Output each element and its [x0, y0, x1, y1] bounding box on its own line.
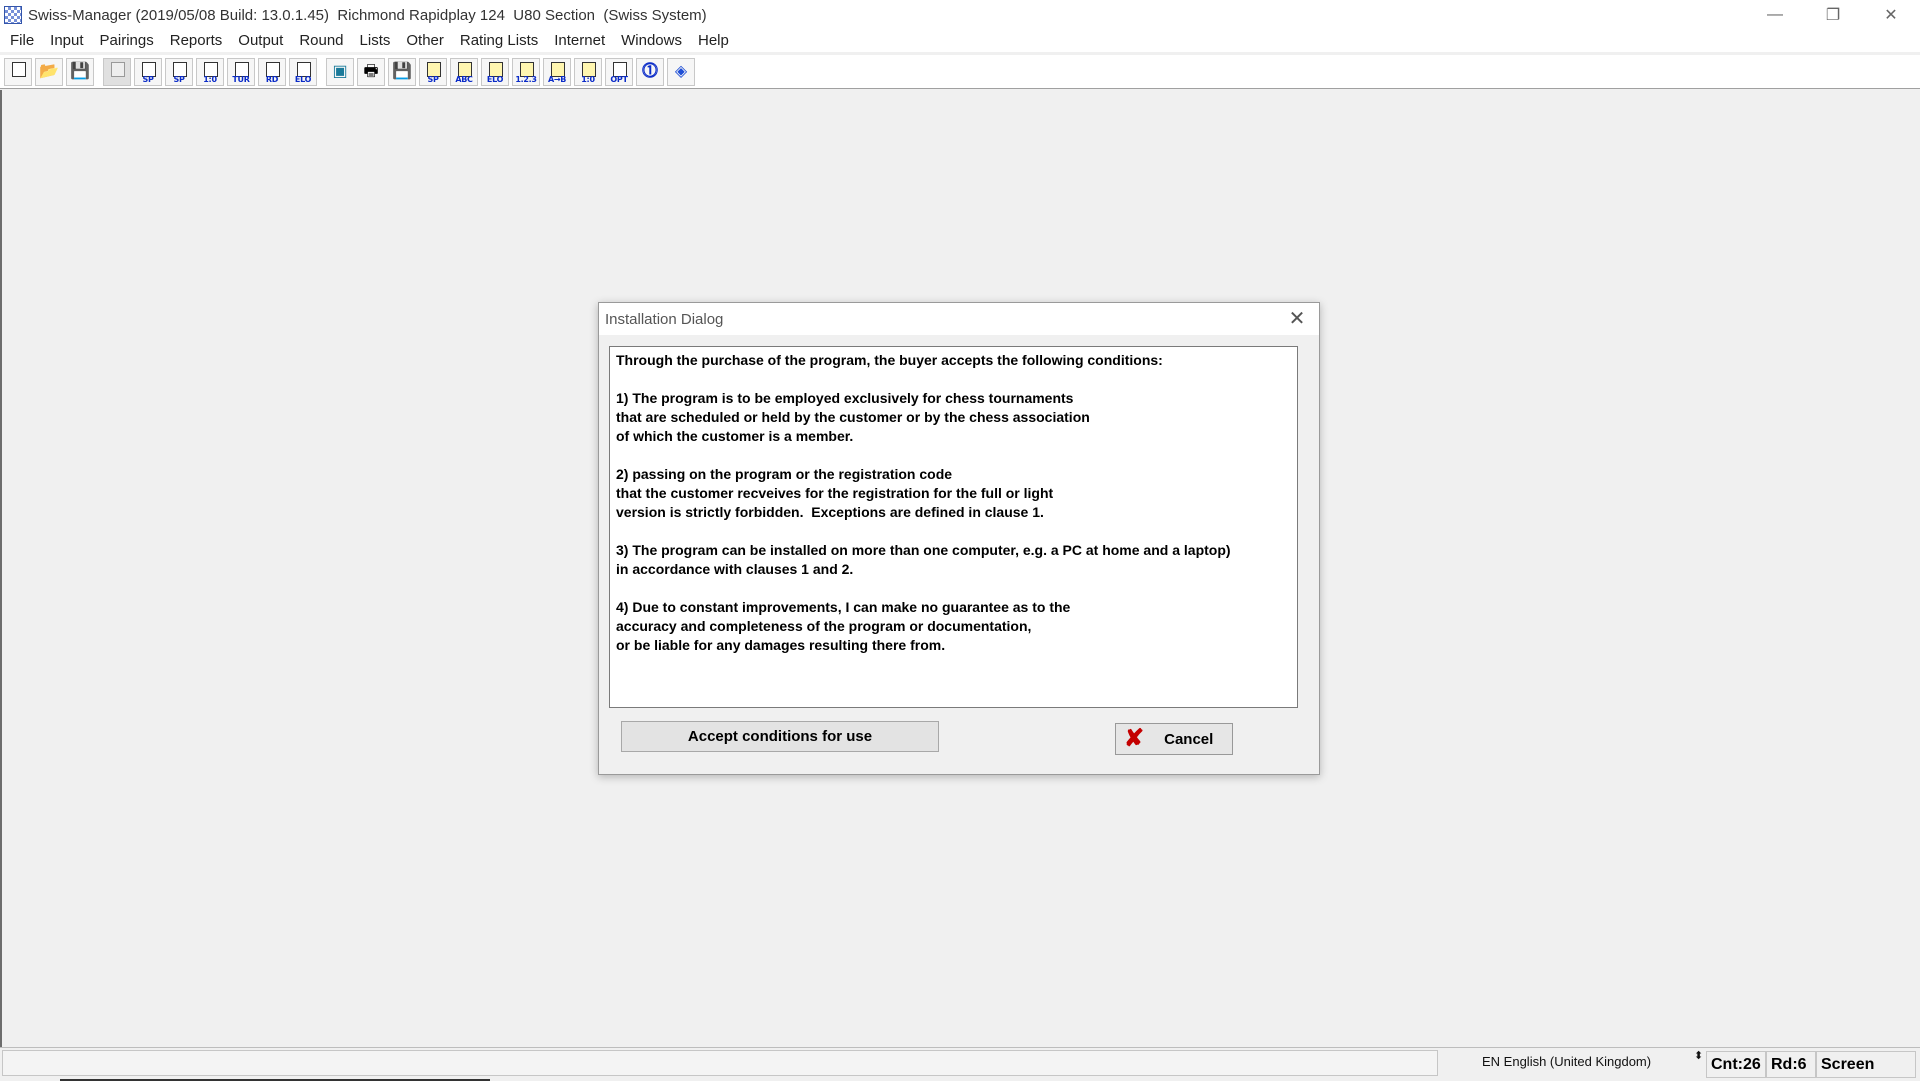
disabled-grid-button[interactable] — [103, 57, 131, 86]
menu-internet[interactable]: Internet — [546, 30, 613, 52]
elo-label: ELO — [294, 74, 312, 84]
cancel-label: Cancel — [1164, 730, 1214, 748]
menu-rating-lists[interactable]: Rating Lists — [452, 30, 546, 52]
elo-button[interactable]: ELO — [289, 57, 317, 86]
sort-alpha-button[interactable]: ABC — [450, 57, 478, 86]
menu-pairings[interactable]: Pairings — [92, 30, 162, 52]
terms-line: in accordance with clauses 1 and 2. — [616, 561, 854, 577]
menu-reports[interactable]: Reports — [162, 30, 231, 52]
internet-upload-button[interactable]: ⓵ — [636, 57, 664, 86]
terms-line: Through the purchase of the program, the… — [616, 352, 1163, 368]
round-label: RD — [265, 74, 279, 84]
internet-upload-icon: ⓵ — [641, 62, 658, 80]
installation-dialog: Installation Dialog ✕ Through the purcha… — [598, 302, 1320, 775]
starting-list-button[interactable]: SP — [134, 57, 162, 86]
sort-a-b-label: A→B — [547, 74, 567, 84]
chess-results-icon: ◈ — [674, 62, 688, 80]
close-window-button[interactable]: ✕ — [1862, 0, 1920, 30]
terms-line: 1) The program is to be employed exclusi… — [616, 390, 1074, 406]
disabled-grid-icon — [111, 61, 125, 77]
starting-rank-label: SP — [173, 74, 185, 84]
window-controls: — ❐ ✕ — [1746, 0, 1920, 30]
menu-other[interactable]: Other — [398, 30, 452, 52]
terms-line: accuracy and completeness of the program… — [616, 618, 1032, 634]
screen-preview-button[interactable]: ▣ — [326, 57, 354, 86]
status-bar: EN English (United Kingdom) ⬍ Cnt:26 Rd:… — [0, 1047, 1920, 1081]
starting-list-label: SP — [142, 74, 154, 84]
new-document-icon — [12, 61, 26, 77]
starting-rank-button[interactable]: SP — [165, 57, 193, 86]
new-document-button[interactable] — [4, 57, 32, 86]
minimize-button[interactable]: — — [1746, 0, 1804, 30]
cancel-button[interactable]: ✘ Cancel — [1115, 723, 1233, 755]
menu-input[interactable]: Input — [42, 30, 91, 52]
menu-round[interactable]: Round — [291, 30, 351, 52]
sort-number-button[interactable]: 1.2.3 — [512, 57, 540, 86]
accept-conditions-button[interactable]: Accept conditions for use — [621, 721, 939, 752]
terms-blank-line — [616, 579, 1291, 598]
tournament-label: TUR — [232, 74, 250, 84]
status-message-panel — [2, 1050, 1438, 1076]
result-doc-label: 1:0 — [581, 74, 595, 84]
round-indicator: Rd:6 — [1766, 1051, 1816, 1078]
menu-file[interactable]: File — [2, 30, 42, 52]
terms-line: or be liable for any damages resulting t… — [616, 637, 946, 653]
save-disk-icon: 💾 — [70, 62, 90, 80]
terms-line: 3) The program can be installed on more … — [616, 542, 1231, 558]
player-count: Cnt:26 — [1706, 1051, 1766, 1078]
title-bar: Swiss-Manager (2019/05/08 Build: 13.0.1.… — [0, 0, 1920, 30]
sort-elo-label: ELO — [486, 74, 504, 84]
terms-text-box[interactable]: Through the purchase of the program, the… — [609, 346, 1298, 708]
sort-number-label: 1.2.3 — [515, 74, 537, 84]
starting-list-doc-label: SP — [427, 74, 439, 84]
window-title: Swiss-Manager (2019/05/08 Build: 13.0.1.… — [28, 6, 707, 24]
output-mode: Screen — [1816, 1051, 1916, 1078]
tournament-button[interactable]: TUR — [227, 57, 255, 86]
save-button[interactable]: 💾 — [66, 57, 94, 86]
chess-results-button[interactable]: ◈ — [667, 57, 695, 86]
open-folder-icon: 📂 — [39, 62, 59, 80]
starting-list-doc-button[interactable]: SP — [419, 57, 447, 86]
terms-line: 4) Due to constant improvements, I can m… — [616, 599, 1071, 615]
results-label: 1:0 — [203, 74, 217, 84]
menu-windows[interactable]: Windows — [613, 30, 690, 52]
terms-blank-line — [616, 446, 1291, 465]
toolbar: 📂 💾 SP SP 1:0 TUR RD ELO ▣ 🖶 💾 SP ABC EL… — [0, 55, 1920, 89]
results-button[interactable]: 1:0 — [196, 57, 224, 86]
menu-lists[interactable]: Lists — [352, 30, 399, 52]
print-icon: 🖶 — [363, 62, 379, 80]
dialog-title-bar: Installation Dialog ✕ — [599, 303, 1319, 335]
result-doc-button[interactable]: 1:0 — [574, 57, 602, 86]
print-button[interactable]: 🖶 — [357, 57, 385, 86]
sort-alpha-label: ABC — [455, 74, 473, 84]
terms-line: that are scheduled or held by the custom… — [616, 409, 1090, 425]
terms-line: version is strictly forbidden. Exception… — [616, 504, 1044, 520]
terms-line: of which the customer is a member. — [616, 428, 854, 444]
options-button[interactable]: OPT — [605, 57, 633, 86]
save-output-icon: 💾 — [392, 62, 412, 80]
round-button[interactable]: RD — [258, 57, 286, 86]
terms-blank-line — [616, 522, 1291, 541]
terms-blank-line — [616, 370, 1291, 389]
dialog-title: Installation Dialog — [605, 310, 724, 328]
accept-conditions-label: Accept conditions for use — [687, 728, 873, 745]
language-selector[interactable]: EN English (United Kingdom) — [1482, 1054, 1651, 1069]
options-label: OPT — [610, 74, 628, 84]
dialog-close-icon[interactable]: ✕ — [1285, 307, 1309, 331]
restore-button[interactable]: ❐ — [1804, 0, 1862, 30]
save-output-button[interactable]: 💾 — [388, 57, 416, 86]
terms-line: that the customer recveives for the regi… — [616, 485, 1054, 501]
language-spin-icon[interactable]: ⬍ — [1694, 1051, 1703, 1062]
screen-preview-icon: ▣ — [332, 62, 348, 80]
sort-elo-button[interactable]: ELO — [481, 57, 509, 86]
menu-help[interactable]: Help — [690, 30, 737, 52]
terms-line: 2) passing on the program or the registr… — [616, 466, 953, 482]
sort-a-b-button[interactable]: A→B — [543, 57, 571, 86]
open-file-button[interactable]: 📂 — [35, 57, 63, 86]
cancel-x-icon: ✘ — [1124, 725, 1145, 752]
menu-bar: File Input Pairings Reports Output Round… — [0, 30, 1920, 52]
app-chessboard-icon — [4, 6, 22, 24]
menu-output[interactable]: Output — [230, 30, 291, 52]
